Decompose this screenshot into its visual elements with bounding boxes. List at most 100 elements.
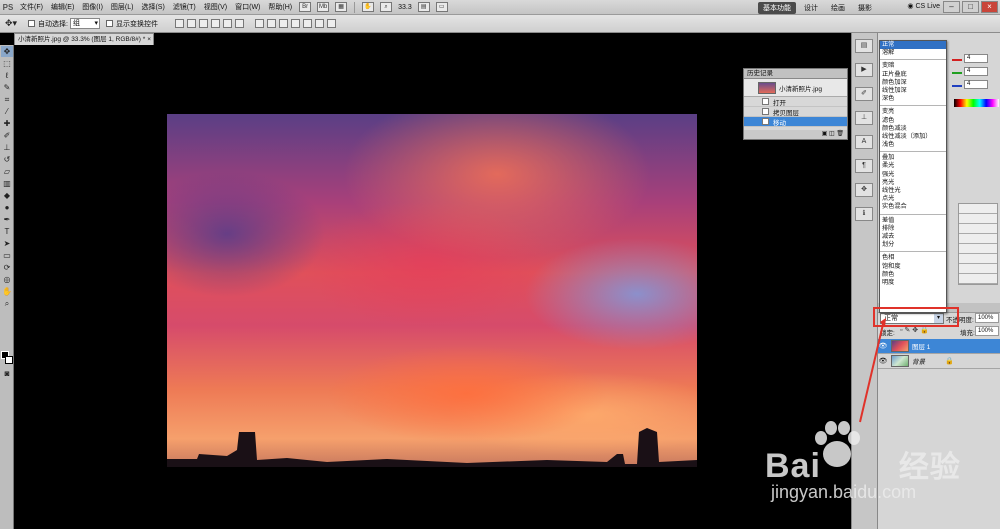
extras-icon[interactable]: ▦ [335,2,348,12]
auto-select-checkbox[interactable] [28,20,35,27]
workspace-button[interactable]: 绘画 [826,2,850,14]
blend-mode-option[interactable]: 颜色 [880,271,946,279]
blend-mode-option[interactable]: 颜色减淡 [880,125,946,133]
fill-field[interactable]: 100% [975,326,999,336]
move-tool-preset-icon[interactable]: ✥▾ [0,18,22,29]
blend-mode-option[interactable]: 柔光 [880,162,946,170]
menu-item[interactable]: 窗口(W) [231,2,264,12]
shape-tool-icon[interactable]: ▭ [1,250,13,261]
blend-mode-option[interactable]: 正常 [880,41,946,50]
blend-mode-option[interactable]: 减去 [880,233,946,241]
color-swatches[interactable] [1,351,13,365]
eyedropper-tool-icon[interactable]: ⁄ [1,106,13,117]
new-document-from-state-icon[interactable]: ▣ [822,131,828,137]
history-brush-tool-icon[interactable]: ↺ [1,154,13,165]
blend-mode-option[interactable]: 划分 [880,241,946,249]
maximize-icon[interactable]: □ [962,1,979,13]
healing-brush-tool-icon[interactable]: ✚ [1,118,13,129]
info-panel-icon[interactable]: ℹ [855,207,873,221]
brush-tool-icon[interactable]: ✐ [1,130,13,141]
blend-mode-option[interactable]: 变亮 [880,108,946,116]
distribute-bottom-icon[interactable] [278,19,288,28]
layer-row-background[interactable]: 👁 背景 🔒 [878,354,1000,369]
distribute-hcenter-icon[interactable] [302,19,312,28]
distribute-vcenter-icon[interactable] [266,19,276,28]
lock-image-icon[interactable]: ✎ [904,327,910,334]
auto-align-icon[interactable] [326,19,336,28]
hand-view-icon[interactable]: ✋ [362,2,375,12]
workspace-button[interactable]: 基本功能 [758,1,796,14]
blend-mode-option[interactable]: 深色 [880,95,946,103]
arrange-documents-icon[interactable]: ▤ [417,2,430,12]
menu-item[interactable]: 帮助(H) [264,2,296,12]
history-panel-icon[interactable]: ▤ [855,39,873,53]
lasso-tool-icon[interactable]: ℓ [1,70,13,81]
blue-value[interactable]: 4 [964,80,988,89]
sunset-photo[interactable] [167,114,697,467]
blur-tool-icon[interactable]: ◆ [1,190,13,201]
align-top-icon[interactable] [174,19,184,28]
distribute-top-icon[interactable] [254,19,264,28]
distribute-right-icon[interactable] [314,19,324,28]
history-step[interactable]: 移动 [744,117,847,127]
paragraph-panel-icon[interactable]: ¶ [855,159,873,173]
lock-position-icon[interactable]: ✥ [912,327,918,334]
blend-mode-option[interactable]: 排除 [880,225,946,233]
red-value[interactable]: 4 [964,54,988,63]
zoom-tool-icon[interactable]: ⌕ [1,298,13,309]
clone-stamp-tool-icon[interactable]: ⊥ [1,142,13,153]
bridge-icon[interactable]: Br [299,2,312,12]
new-snapshot-icon[interactable]: ◫ [829,131,835,137]
blend-mode-option[interactable]: 滤色 [880,117,946,125]
color-red-slider[interactable]: 4 [952,54,992,64]
blend-mode-option[interactable]: 差值 [880,217,946,225]
character-panel-icon[interactable]: A [855,135,873,149]
color-ramp[interactable] [954,99,999,107]
align-vcenter-icon[interactable] [186,19,196,28]
opacity-field[interactable]: 100% [975,313,999,323]
hand-tool-icon[interactable]: ✋ [1,286,13,297]
dodge-tool-icon[interactable]: ● [1,202,13,213]
color-green-slider[interactable]: 4 [952,67,992,77]
blend-mode-option[interactable]: 实色混合 [880,203,946,211]
menu-item[interactable]: 文件(F) [16,2,47,12]
layer-row-1[interactable]: 👁 图层 1 [878,339,1000,354]
quick-select-tool-icon[interactable]: ✎ [1,82,13,93]
cs-live-button[interactable]: ◉ CS Live [907,2,940,10]
actions-panel-icon[interactable]: ▶ [855,63,873,77]
blend-mode-option[interactable]: 正片叠底 [880,71,946,79]
menu-item[interactable]: 滤镜(T) [169,2,200,12]
clone-source-panel-icon[interactable]: ⊥ [855,111,873,125]
layer-name[interactable]: 背景 [912,356,925,366]
show-transform-checkbox[interactable] [105,20,113,27]
distribute-left-icon[interactable] [290,19,300,28]
blend-mode-option[interactable]: 强光 [880,171,946,179]
workspace-button[interactable]: 设计 [799,2,823,14]
menu-item[interactable]: 视图(V) [200,2,231,12]
align-bottom-icon[interactable] [198,19,208,28]
canvas-area[interactable] [15,45,851,529]
mini-bridge-icon[interactable]: Mb [317,2,330,12]
history-step[interactable]: 打开 [744,97,847,107]
screen-mode-icon[interactable]: ▭ [435,2,448,12]
lock-transparent-icon[interactable]: ▫ [900,327,902,334]
brush-panel-icon[interactable]: ✐ [855,87,873,101]
blend-mode-option[interactable]: 溶解 [880,49,946,57]
menu-item[interactable]: 编辑(E) [47,2,78,12]
blend-mode-option[interactable]: 浅色 [880,141,946,149]
menu-item[interactable]: 选择(S) [137,2,168,12]
align-left-icon[interactable] [210,19,220,28]
blend-mode-option[interactable]: 线性光 [880,187,946,195]
marquee-tool-icon[interactable]: ⬚ [1,58,13,69]
history-snapshot[interactable]: 小清新照片.jpg [744,79,847,97]
pen-tool-icon[interactable]: ✒ [1,214,13,225]
blend-mode-option[interactable]: 线性加深 [880,87,946,95]
3d-rotate-tool-icon[interactable]: ⟳ [1,262,13,273]
align-hcenter-icon[interactable] [222,19,232,28]
align-right-icon[interactable] [234,19,244,28]
eraser-tool-icon[interactable]: ▱ [1,166,13,177]
gradient-tool-icon[interactable]: ▥ [1,178,13,189]
crop-tool-icon[interactable]: ⌗ [1,94,13,105]
minimize-icon[interactable]: – [943,1,960,13]
color-blue-slider[interactable]: 4 [952,80,992,90]
